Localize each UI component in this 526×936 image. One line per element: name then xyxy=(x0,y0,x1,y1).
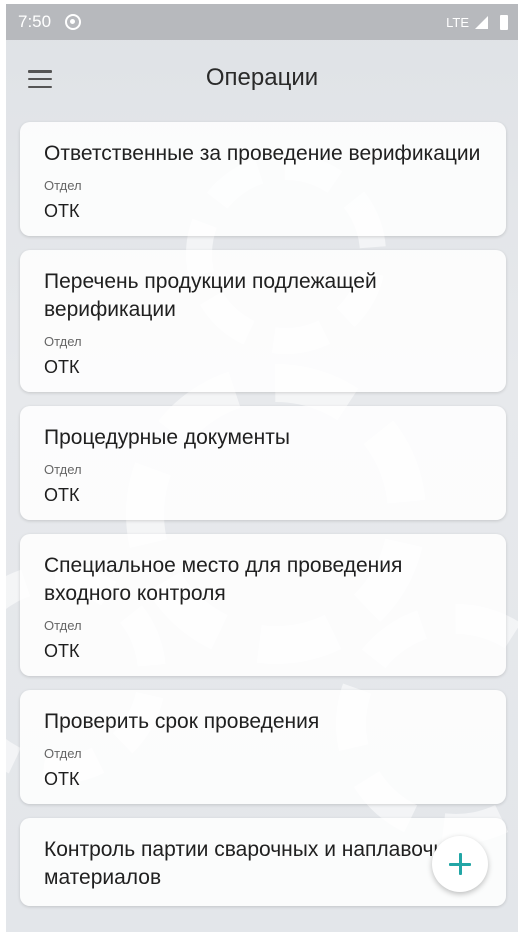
app-bar: Операции xyxy=(6,40,518,118)
operation-title: Процедурные документы xyxy=(44,426,290,449)
network-type: LTE xyxy=(446,14,469,30)
signal-icon xyxy=(475,15,488,29)
operation-title: Ответственные за проведение верификации xyxy=(44,142,481,165)
operation-card[interactable]: Ответственные за проведение верификации … xyxy=(20,122,506,236)
department-label: Отдел xyxy=(44,746,82,761)
department-value: ОТК xyxy=(44,485,80,505)
operation-title: Перечень продукции подлежащей верификаци… xyxy=(44,270,377,321)
notification-app-icon xyxy=(65,14,82,30)
department-label: Отдел xyxy=(44,178,82,193)
operation-title: Специальное место для проведения входног… xyxy=(44,554,403,605)
app-screen: 7:50 LTE Операции Ответственные за прове… xyxy=(6,4,518,932)
operation-card[interactable]: Перечень продукции подлежащей верификаци… xyxy=(20,250,506,392)
department-label: Отдел xyxy=(44,334,82,349)
operation-title: Проверить срок проведения xyxy=(44,710,320,733)
operations-list: Ответственные за проведение верификации … xyxy=(20,122,506,920)
department-value: ОТК xyxy=(44,357,80,377)
status-time: 7:50 xyxy=(18,12,52,31)
operation-card[interactable]: Процедурные документы Отдел ОТК xyxy=(20,406,506,520)
operation-card[interactable]: Проверить срок проведения Отдел ОТК xyxy=(20,690,506,804)
department-value: ОТК xyxy=(44,769,80,789)
department-label: Отдел xyxy=(44,462,82,477)
add-operation-button[interactable] xyxy=(432,836,488,892)
operation-title: Контроль партии сварочных и наплавочных … xyxy=(44,838,471,889)
operation-card[interactable]: Специальное место для проведения входног… xyxy=(20,534,506,676)
page-title: Операции xyxy=(205,64,319,91)
battery-icon xyxy=(500,14,508,30)
status-indicators: LTE xyxy=(446,14,508,30)
department-value: ОТК xyxy=(44,201,80,221)
department-value: ОТК xyxy=(44,641,80,661)
status-bar: 7:50 LTE xyxy=(6,4,518,40)
department-label: Отдел xyxy=(44,618,82,633)
plus-icon xyxy=(449,853,471,875)
